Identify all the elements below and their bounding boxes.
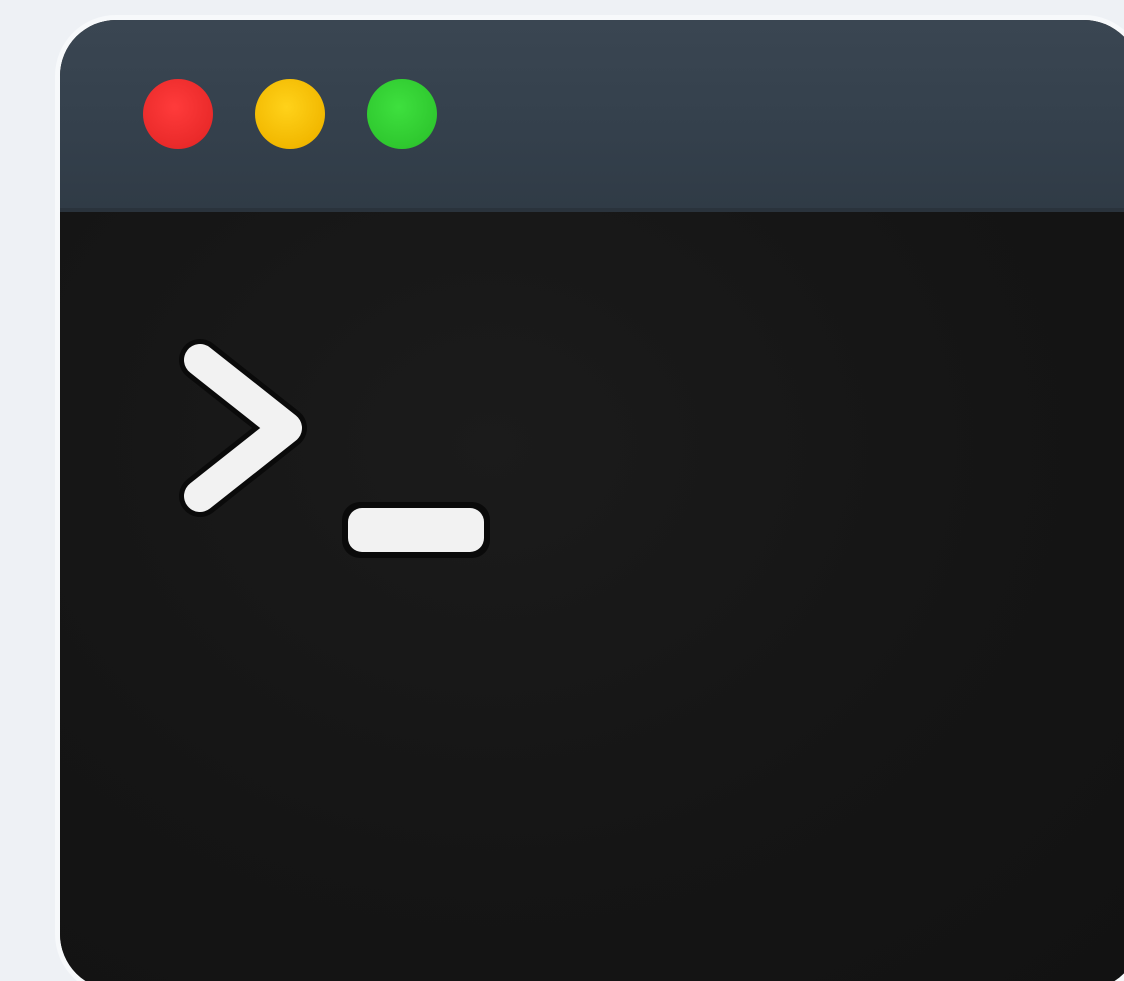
minimize-button[interactable]: [255, 79, 325, 149]
terminal-prompt-icon: [179, 339, 490, 558]
window-title-bar[interactable]: [60, 20, 1124, 212]
cursor-underscore-icon: [342, 502, 490, 558]
prompt-chevron-icon: [179, 339, 307, 517]
app-icon-canvas: [0, 0, 1124, 981]
terminal-window[interactable]: [60, 20, 1124, 981]
zoom-button[interactable]: [367, 79, 437, 149]
close-button[interactable]: [143, 79, 213, 149]
